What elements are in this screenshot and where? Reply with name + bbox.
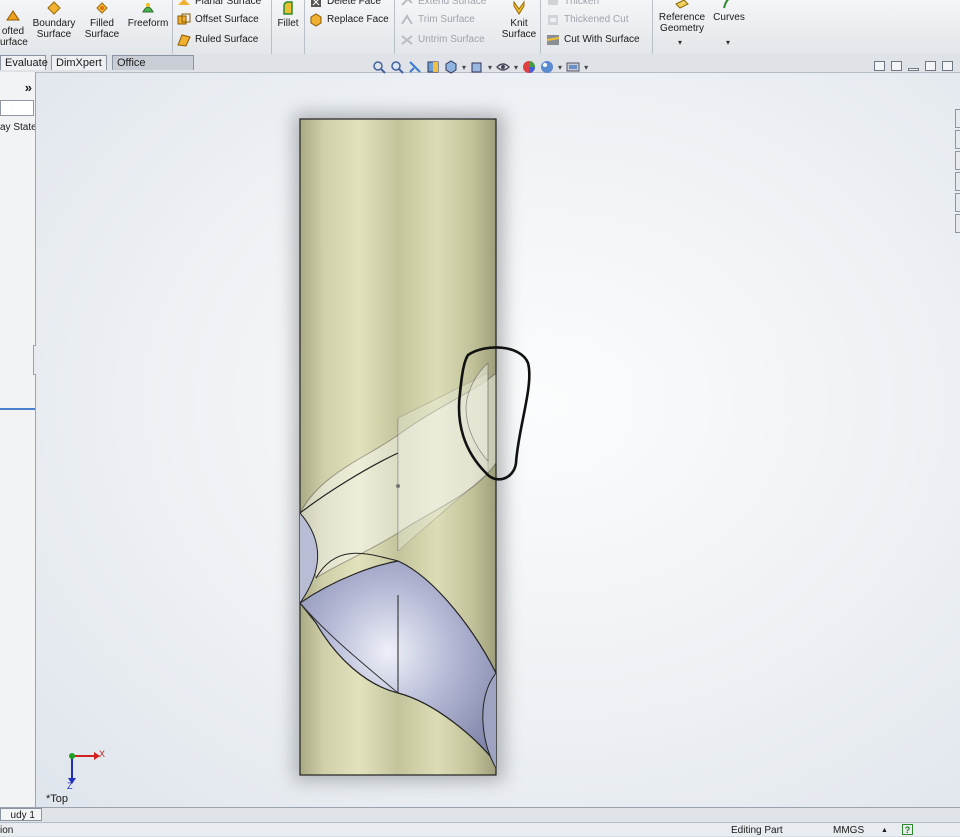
ribbon-separator bbox=[304, 0, 305, 54]
units-caret-icon[interactable]: ▲ bbox=[881, 824, 888, 837]
view-orientation-label: *Top bbox=[46, 793, 69, 805]
ruled-surface-icon bbox=[177, 34, 191, 47]
task-pane-tab[interactable] bbox=[955, 172, 960, 191]
apply-scene-dropdown-icon[interactable]: ▾ bbox=[558, 63, 562, 72]
curves-dropdown-icon[interactable]: ▾ bbox=[726, 38, 730, 47]
extend-surface-icon bbox=[401, 0, 413, 6]
replace-face-icon bbox=[310, 13, 322, 27]
coordinate-triad bbox=[68, 752, 100, 784]
ribbon-separator bbox=[540, 0, 541, 54]
apply-scene-icon[interactable] bbox=[540, 60, 554, 74]
extend-surface-button[interactable]: Extend Surface bbox=[400, 0, 486, 9]
planar-surface-icon bbox=[178, 0, 190, 5]
filled-surface-button[interactable]: Filled Surface bbox=[82, 0, 122, 40]
task-pane-tab[interactable] bbox=[955, 193, 960, 212]
thicken-button[interactable]: Thicken bbox=[546, 0, 599, 9]
status-bar: ion Editing Part MMGS ▲ ? bbox=[0, 822, 960, 836]
ribbon-separator bbox=[652, 0, 653, 54]
cut-with-surface-icon bbox=[546, 35, 560, 45]
ribbon-separator bbox=[271, 0, 272, 54]
freeform-button[interactable]: Freeform bbox=[126, 0, 170, 29]
freeform-icon bbox=[142, 3, 154, 13]
delete-face-button[interactable]: Delete Face bbox=[309, 0, 381, 9]
heads-up-view-toolbar: ▾ ▾ ▾ ▾ ▾ bbox=[372, 60, 588, 74]
trim-surface-button[interactable]: Trim Surface bbox=[400, 13, 475, 27]
reference-geometry-icon bbox=[675, 0, 689, 9]
seam-point bbox=[396, 484, 400, 488]
fillet-button[interactable]: Fillet bbox=[274, 0, 302, 29]
task-pane-tabs bbox=[955, 109, 960, 259]
lofted-surface-icon bbox=[6, 10, 20, 21]
cut-with-surface-button[interactable]: Cut With Surface bbox=[546, 33, 640, 47]
view-settings-icon[interactable] bbox=[566, 60, 580, 74]
part-model bbox=[68, 113, 531, 784]
restore-icon[interactable] bbox=[925, 61, 936, 71]
tab-dimxpert[interactable]: DimXpert bbox=[51, 55, 107, 70]
view-orientation-icon[interactable] bbox=[444, 60, 458, 74]
display-style-dropdown-icon[interactable]: ▾ bbox=[488, 63, 492, 72]
tile-right-icon[interactable] bbox=[891, 61, 902, 71]
ruled-surface-button[interactable]: Ruled Surface bbox=[177, 33, 258, 47]
feature-manager-panel: » ay State bbox=[0, 72, 36, 807]
previous-view-icon[interactable] bbox=[408, 60, 422, 74]
tile-left-icon[interactable] bbox=[874, 61, 885, 71]
triad-x-label: X bbox=[99, 749, 106, 759]
fillet-icon bbox=[283, 1, 293, 15]
tab-office-products[interactable]: Office Products bbox=[112, 55, 194, 84]
display-style-icon[interactable] bbox=[470, 60, 484, 74]
tab-motion-study[interactable]: udy 1 bbox=[0, 808, 42, 821]
document-tabs: udy 1 bbox=[0, 807, 960, 822]
untrim-surface-button[interactable]: Untrim Surface bbox=[400, 33, 485, 47]
minimize-icon[interactable] bbox=[908, 68, 919, 71]
expand-panel-chevron-icon[interactable]: » bbox=[25, 80, 32, 95]
lofted-surface-button[interactable]: ofted urface bbox=[0, 8, 28, 48]
units-selector[interactable]: MMGS bbox=[833, 824, 864, 837]
replace-face-button[interactable]: Replace Face bbox=[309, 13, 389, 27]
task-pane-tab[interactable] bbox=[955, 214, 960, 233]
offset-surface-button[interactable]: Offset Surface bbox=[177, 13, 259, 27]
command-manager-ribbon: ofted urface Boundary Surface Filled Sur… bbox=[0, 0, 960, 55]
close-icon[interactable] bbox=[942, 61, 953, 71]
trim-surface-icon bbox=[401, 14, 413, 25]
thicken-icon bbox=[548, 0, 558, 5]
reference-geometry-dropdown-icon[interactable]: ▾ bbox=[678, 38, 682, 47]
thickened-cut-button[interactable]: Thickened Cut bbox=[546, 13, 628, 27]
ribbon-separator bbox=[394, 0, 395, 54]
curves-icon bbox=[723, 0, 729, 9]
graphics-viewport[interactable]: X Z *Top bbox=[36, 73, 960, 807]
zoom-to-fit-icon[interactable] bbox=[372, 60, 386, 74]
view-settings-dropdown-icon[interactable]: ▾ bbox=[584, 63, 588, 72]
filter-input[interactable] bbox=[0, 100, 34, 116]
view-orientation-dropdown-icon[interactable]: ▾ bbox=[462, 63, 466, 72]
task-pane-tab[interactable] bbox=[955, 130, 960, 149]
curves-button[interactable]: Curves bbox=[710, 0, 748, 23]
thickened-cut-icon bbox=[548, 15, 558, 25]
task-pane-tab[interactable] bbox=[955, 109, 960, 128]
help-icon[interactable]: ? bbox=[902, 824, 913, 835]
tab-evaluate[interactable]: Evaluate bbox=[0, 55, 48, 70]
task-pane-tab[interactable] bbox=[955, 151, 960, 170]
edit-appearance-icon[interactable] bbox=[522, 60, 536, 74]
hide-show-items-icon[interactable] bbox=[496, 60, 510, 74]
viewport-window-controls bbox=[874, 61, 953, 71]
status-message: ion bbox=[0, 825, 14, 836]
untrim-surface-icon bbox=[401, 35, 413, 45]
zoom-to-area-icon[interactable] bbox=[390, 60, 404, 74]
knit-surface-button[interactable]: Knit Surface bbox=[500, 0, 538, 40]
ribbon-separator bbox=[172, 0, 173, 54]
hide-show-dropdown-icon[interactable]: ▾ bbox=[514, 63, 518, 72]
knit-surface-icon bbox=[513, 0, 525, 15]
planar-surface-button[interactable]: Planar Surface bbox=[177, 0, 261, 9]
boundary-surface-button[interactable]: Boundary Surface bbox=[30, 0, 78, 40]
delete-face-icon bbox=[311, 0, 321, 7]
filled-surface-icon bbox=[96, 2, 108, 14]
panel-divider bbox=[0, 408, 35, 410]
section-view-icon[interactable] bbox=[426, 60, 440, 74]
triad-z-label: Z bbox=[67, 781, 73, 791]
status-mode: Editing Part bbox=[731, 825, 783, 836]
boundary-surface-icon bbox=[47, 1, 61, 15]
offset-surface-icon bbox=[177, 13, 191, 25]
reference-geometry-button[interactable]: Reference Geometry bbox=[656, 0, 708, 34]
display-state-label: ay State bbox=[0, 122, 36, 133]
